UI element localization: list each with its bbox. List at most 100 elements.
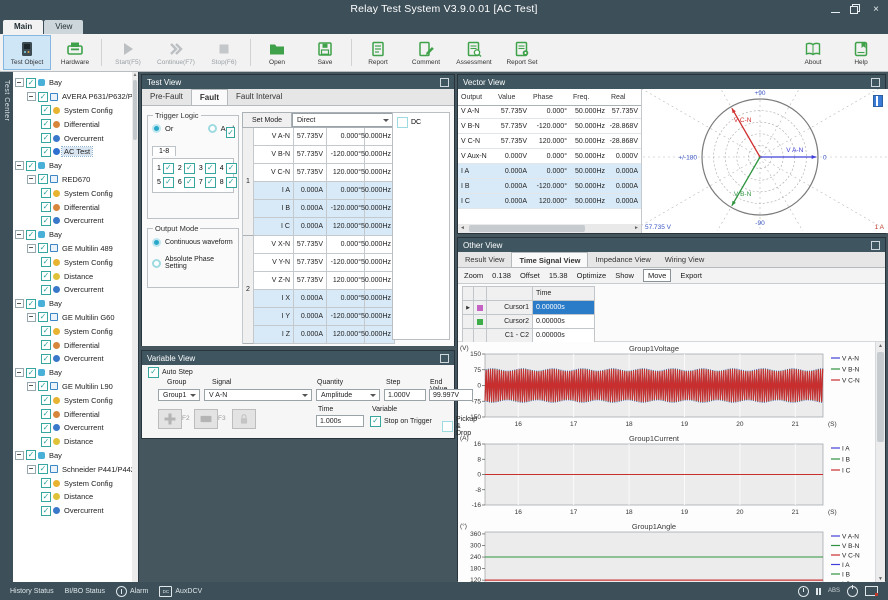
vector-cell-v-aux-n-real[interactable]: 0.000V bbox=[608, 149, 641, 164]
tree-checkbox[interactable]: ✓ bbox=[41, 188, 51, 198]
quantity-select[interactable]: Amplitude bbox=[316, 389, 380, 401]
power-icon[interactable] bbox=[847, 586, 858, 597]
tree-checkbox[interactable]: ✓ bbox=[41, 257, 51, 267]
tree-item-system-config[interactable]: ✓System Config bbox=[13, 186, 138, 200]
trigger-enable-checkbox[interactable]: ✓ bbox=[226, 122, 235, 140]
panel-box-icon[interactable] bbox=[440, 78, 449, 87]
tree-item-distance[interactable]: ✓Distance bbox=[13, 435, 138, 449]
trigger-checkbox-5[interactable]: 5✓ bbox=[157, 177, 174, 188]
tree-item-bay[interactable]: ✓Bay bbox=[13, 228, 138, 242]
vector-cell-v-b-n-output[interactable]: V B-N bbox=[458, 119, 495, 134]
tree-checkbox[interactable]: ✓ bbox=[41, 202, 51, 212]
cell-v-c-n-freq[interactable]: 50.000Hz bbox=[365, 164, 395, 182]
cell-v-a-n-value[interactable]: 57.735V bbox=[294, 128, 327, 146]
vector-cell-v-aux-n-value[interactable]: 0.000V bbox=[495, 149, 530, 164]
cell-i-b-phase[interactable]: -120.000° bbox=[327, 200, 365, 218]
cell-v-c-n-value[interactable]: 57.735V bbox=[294, 164, 327, 182]
tree-toggle-icon[interactable] bbox=[27, 382, 36, 391]
tree-checkbox[interactable]: ✓ bbox=[38, 381, 48, 391]
tree-item-bay[interactable]: ✓Bay bbox=[13, 159, 138, 173]
menu-tab-main[interactable]: Main bbox=[3, 20, 43, 34]
toolbar-button-help[interactable]: Help bbox=[837, 35, 885, 70]
tab-result-view[interactable]: Result View bbox=[458, 252, 511, 267]
tree-checkbox[interactable]: ✓ bbox=[41, 423, 51, 433]
auto-step-checkbox[interactable]: ✓Auto Step bbox=[148, 367, 193, 378]
tree-toggle-icon[interactable] bbox=[15, 368, 24, 377]
tree-checkbox[interactable]: ✓ bbox=[26, 230, 36, 240]
cell-i-a-phase[interactable]: 0.000° bbox=[327, 182, 365, 200]
minimize-button[interactable] bbox=[831, 5, 840, 13]
cell-i-y-value[interactable]: 0.000A bbox=[294, 308, 327, 326]
tab-impedance-view[interactable]: Impedance View bbox=[588, 252, 657, 267]
vector-cell-i-c-output[interactable]: I C bbox=[458, 194, 495, 209]
cell-v-y-n-freq[interactable]: 50.000Hz bbox=[365, 254, 395, 272]
vector-cell-v-b-n-phase[interactable]: -120.000° bbox=[530, 119, 570, 134]
tree-item-distance[interactable]: ✓Distance bbox=[13, 269, 138, 283]
tree-checkbox[interactable]: ✓ bbox=[38, 312, 48, 322]
toolbar-button-start-f5[interactable]: Start(F5) bbox=[104, 35, 152, 70]
cell-v-a-n-name[interactable]: V A-N bbox=[254, 128, 294, 146]
cell-i-c-freq[interactable]: 50.000Hz bbox=[365, 218, 395, 236]
cell-i-b-freq[interactable]: 50.000Hz bbox=[365, 200, 395, 218]
tree-checkbox[interactable]: ✓ bbox=[41, 133, 51, 143]
cell-v-y-n-value[interactable]: 57.735V bbox=[294, 254, 327, 272]
cell-v-y-n-name[interactable]: V Y-N bbox=[254, 254, 294, 272]
tree-item-system-config[interactable]: ✓System Config bbox=[13, 324, 138, 338]
tree-item-overcurrent[interactable]: ✓Overcurrent bbox=[13, 283, 138, 297]
tree-item-ge-multilin-l90[interactable]: ✓GE Multilin L90 bbox=[13, 380, 138, 394]
tree-item-overcurrent[interactable]: ✓Overcurrent bbox=[13, 504, 138, 518]
tree-toggle-icon[interactable] bbox=[15, 451, 24, 460]
tree-item-system-config[interactable]: ✓System Config bbox=[13, 476, 138, 490]
tree-item-system-config[interactable]: ✓System Config bbox=[13, 104, 138, 118]
cell-v-a-n-freq[interactable]: 50.000Hz bbox=[365, 128, 395, 146]
tree-item-ge-multilin-489[interactable]: ✓GE Multilin 489 bbox=[13, 242, 138, 256]
tree-item-ac-test[interactable]: ✓AC Test bbox=[13, 145, 138, 159]
cell-v-b-n-name[interactable]: V B-N bbox=[254, 146, 294, 164]
tree-checkbox[interactable]: ✓ bbox=[41, 105, 51, 115]
vector-cell-i-c-phase[interactable]: 120.000° bbox=[530, 194, 570, 209]
toolbar-button-hardware[interactable]: Hardware bbox=[51, 35, 99, 70]
cell-v-x-n-name[interactable]: V X-N bbox=[254, 236, 294, 254]
cell-i-b-name[interactable]: I B bbox=[254, 200, 294, 218]
trigger-checkbox-2[interactable]: 2✓ bbox=[178, 163, 195, 174]
cell-i-z-name[interactable]: I Z bbox=[254, 326, 294, 344]
tree-checkbox[interactable]: ✓ bbox=[41, 340, 51, 350]
cell-v-a-n-phase[interactable]: 0.000° bbox=[327, 128, 365, 146]
tree-item-overcurrent[interactable]: ✓Overcurrent bbox=[13, 131, 138, 145]
tree-item-bay[interactable]: ✓Bay bbox=[13, 297, 138, 311]
stop-on-trigger-checkbox[interactable]: ✓Stop on Trigger bbox=[370, 416, 432, 427]
pause-icon[interactable] bbox=[816, 588, 821, 595]
tree-checkbox[interactable]: ✓ bbox=[41, 326, 51, 336]
tree-toggle-icon[interactable] bbox=[15, 78, 24, 87]
tool-15-38[interactable]: 15.38 bbox=[549, 271, 568, 280]
vector-cell-v-a-n-real[interactable]: 57.735V bbox=[608, 104, 641, 119]
tool-show[interactable]: Show bbox=[615, 271, 634, 280]
tree-item-system-config[interactable]: ✓System Config bbox=[13, 393, 138, 407]
cell-i-a-freq[interactable]: 50.000Hz bbox=[365, 182, 395, 200]
tree-checkbox[interactable]: ✓ bbox=[41, 506, 51, 516]
trigger-checkbox-1[interactable]: 1✓ bbox=[157, 163, 174, 174]
cursor-value[interactable]: 0.00000s bbox=[533, 301, 595, 315]
cell-v-z-n-freq[interactable]: 50.000Hz bbox=[365, 272, 395, 290]
tree-item-schneider-p441-p442-p444[interactable]: ✓Schneider P441/P442/P444 bbox=[13, 462, 138, 476]
vector-cell-v-a-n-output[interactable]: V A-N bbox=[458, 104, 495, 119]
tree-toggle-icon[interactable] bbox=[27, 244, 36, 253]
tree-item-overcurrent[interactable]: ✓Overcurrent bbox=[13, 421, 138, 435]
clock-icon[interactable] bbox=[798, 586, 809, 597]
keypad-button[interactable] bbox=[194, 409, 218, 429]
lock-button[interactable] bbox=[232, 409, 256, 429]
cell-v-b-n-phase[interactable]: -120.000° bbox=[327, 146, 365, 164]
vector-cell-i-c-real[interactable]: 0.000A bbox=[608, 194, 641, 209]
tab-wiring-view[interactable]: Wiring View bbox=[658, 252, 711, 267]
tree-checkbox[interactable]: ✓ bbox=[41, 409, 51, 419]
toolbar-button-report-set[interactable]: Report Set bbox=[498, 35, 546, 70]
vector-cell-i-b-output[interactable]: I B bbox=[458, 179, 495, 194]
vector-cell-v-b-n-value[interactable]: 57.735V bbox=[495, 119, 530, 134]
vector-cell-v-c-n-value[interactable]: 57.735V bbox=[495, 134, 530, 149]
tool-0-138[interactable]: 0.138 bbox=[492, 271, 511, 280]
tree-checkbox[interactable]: ✓ bbox=[41, 147, 51, 157]
vector-cell-v-aux-n-phase[interactable]: 0.000° bbox=[530, 149, 570, 164]
toolbar-button-comment[interactable]: Comment bbox=[402, 35, 450, 70]
tool-zoom[interactable]: Zoom bbox=[464, 271, 483, 280]
toolbar-button-about[interactable]: About bbox=[789, 35, 837, 70]
